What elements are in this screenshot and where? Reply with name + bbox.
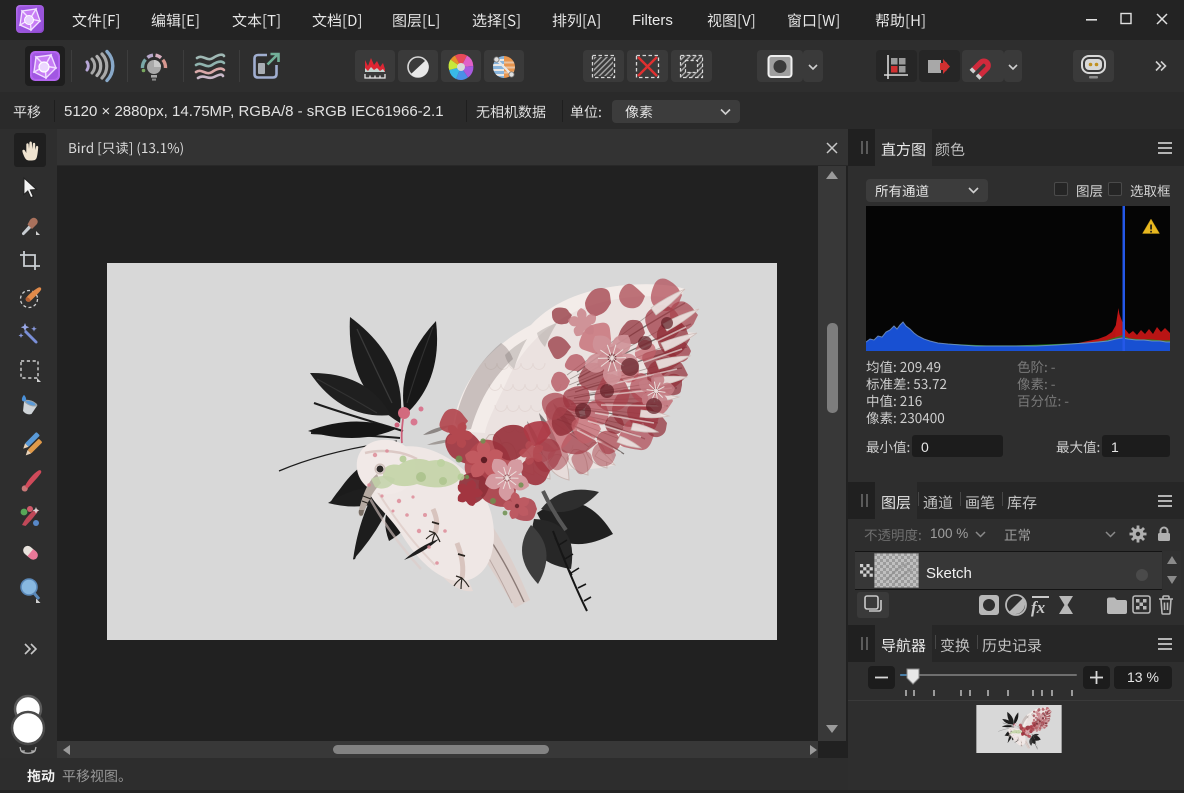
svg-text:fx: fx (1031, 598, 1046, 617)
